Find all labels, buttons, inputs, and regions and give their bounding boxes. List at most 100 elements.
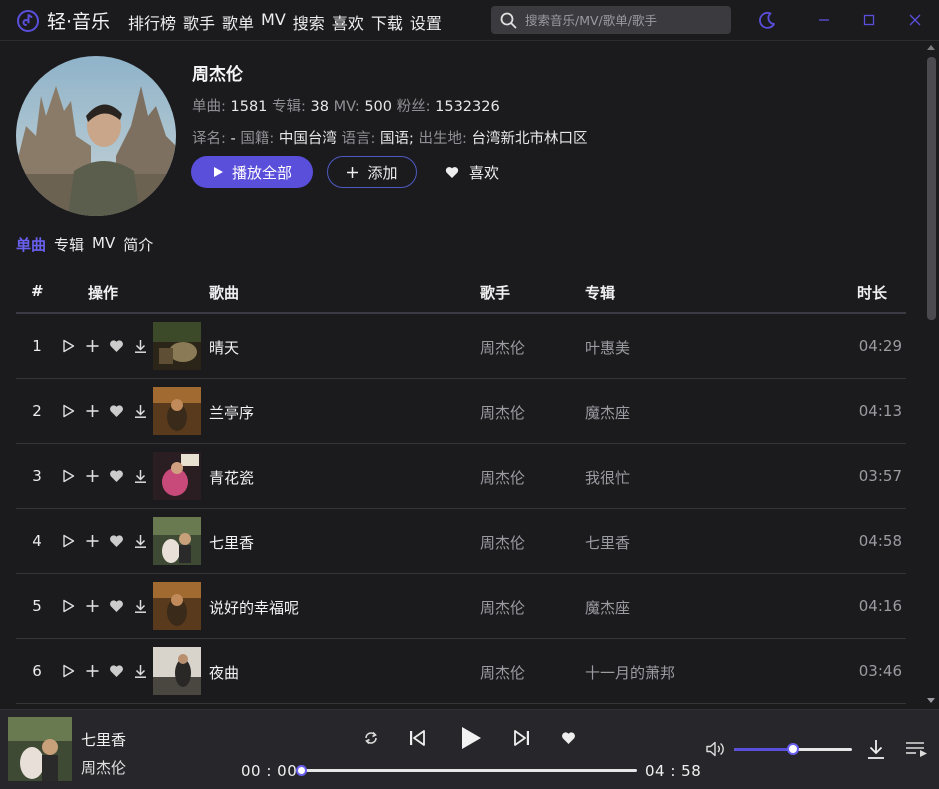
nav-item-mv[interactable]: MV: [261, 10, 286, 34]
row-index: 5: [32, 597, 42, 615]
nav-item-downloads[interactable]: 下载: [371, 10, 403, 34]
download-icon[interactable]: [133, 338, 148, 354]
song-album[interactable]: 魔杰座: [585, 597, 630, 618]
song-duration: 04:29: [858, 337, 902, 355]
volume-knob[interactable]: [787, 743, 799, 755]
play-outline-icon[interactable]: [61, 468, 76, 484]
language-value: 国语;: [379, 131, 414, 147]
nav-item-favorites[interactable]: 喜欢: [332, 10, 364, 34]
nav-item-charts[interactable]: 排行榜: [128, 10, 176, 34]
theme-moon-icon[interactable]: [756, 9, 778, 31]
playlist-icon[interactable]: [905, 740, 929, 758]
songs-count: 1581: [230, 99, 268, 115]
tab-albums[interactable]: 专辑: [54, 234, 84, 255]
album-cover: [153, 322, 201, 370]
download-icon[interactable]: [133, 468, 148, 484]
table-row[interactable]: 4 七里香 周杰伦 七里香 04:58: [16, 509, 906, 574]
table-row[interactable]: 2 兰亭序 周杰伦 魔杰座 04:13: [16, 379, 906, 444]
heart-icon[interactable]: [109, 468, 124, 484]
song-singer[interactable]: 周杰伦: [480, 532, 525, 553]
song-title[interactable]: 说好的幸福呢: [209, 597, 299, 618]
song-title[interactable]: 兰亭序: [209, 402, 254, 423]
search-input[interactable]: [525, 10, 721, 30]
song-album[interactable]: 七里香: [585, 532, 630, 553]
row-actions: [61, 533, 148, 549]
tab-intro[interactable]: 简介: [123, 234, 153, 255]
table-row[interactable]: 5 说好的幸福呢 周杰伦 魔杰座 04:16: [16, 574, 906, 639]
nav-item-settings[interactable]: 设置: [410, 10, 442, 34]
song-album[interactable]: 我很忙: [585, 467, 630, 488]
tab-mv[interactable]: MV: [92, 234, 115, 255]
repeat-icon[interactable]: [362, 729, 380, 747]
progress-bar[interactable]: [302, 769, 637, 772]
nav-item-singers[interactable]: 歌手: [183, 10, 215, 34]
artist-name: 周杰伦: [192, 65, 243, 85]
volume-icon[interactable]: [705, 740, 725, 758]
play-outline-icon[interactable]: [61, 338, 76, 354]
play-all-button[interactable]: 播放全部: [191, 156, 313, 188]
previous-icon[interactable]: [408, 728, 426, 748]
scrollbar-thumb[interactable]: [927, 57, 936, 320]
now-playing-artist[interactable]: 周杰伦: [81, 757, 126, 778]
heart-icon[interactable]: [109, 598, 124, 614]
plus-icon[interactable]: [85, 533, 100, 549]
song-title[interactable]: 夜曲: [209, 662, 239, 683]
close-icon[interactable]: [904, 9, 926, 31]
table-row[interactable]: 3 青花瓷 周杰伦 我很忙 03:57: [16, 444, 906, 509]
plus-icon[interactable]: [85, 663, 100, 679]
scroll-up-arrow-icon[interactable]: [927, 45, 935, 50]
language-label: 语言:: [341, 131, 376, 147]
nav-item-playlists[interactable]: 歌单: [222, 10, 254, 34]
next-icon[interactable]: [513, 728, 531, 748]
song-title[interactable]: 青花瓷: [209, 467, 254, 488]
album-cover: [153, 517, 201, 565]
app-name: 轻·音乐: [47, 11, 111, 33]
like-song-icon[interactable]: [561, 731, 576, 745]
scroll-down-arrow-icon[interactable]: [927, 698, 935, 703]
play-pause-icon[interactable]: [459, 725, 483, 751]
title-bar: 轻·音乐 排行榜 歌手 歌单 MV 搜索 喜欢 下载 设置: [0, 0, 939, 41]
heart-icon[interactable]: [109, 338, 124, 354]
song-duration: 03:46: [858, 662, 902, 680]
birthplace-label: 出生地:: [418, 131, 467, 147]
song-singer[interactable]: 周杰伦: [480, 337, 525, 358]
minimize-icon[interactable]: [813, 9, 835, 31]
song-title[interactable]: 七里香: [209, 532, 254, 553]
download-icon[interactable]: [133, 403, 148, 419]
plus-icon[interactable]: [85, 338, 100, 354]
add-button[interactable]: 添加: [327, 156, 417, 188]
plus-icon[interactable]: [85, 468, 100, 484]
play-outline-icon[interactable]: [61, 533, 76, 549]
table-row[interactable]: 6 夜曲 周杰伦 十一月的萧邦 03:46: [16, 639, 906, 704]
now-playing-title[interactable]: 七里香: [81, 729, 126, 750]
download-icon[interactable]: [133, 598, 148, 614]
nav-item-search[interactable]: 搜索: [293, 10, 325, 34]
table-row[interactable]: 1 晴天 周杰伦 叶惠美 04:29: [16, 314, 906, 379]
song-album[interactable]: 魔杰座: [585, 402, 630, 423]
song-singer[interactable]: 周杰伦: [480, 597, 525, 618]
heart-icon[interactable]: [109, 533, 124, 549]
song-singer[interactable]: 周杰伦: [480, 662, 525, 683]
heart-icon[interactable]: [109, 403, 124, 419]
progress-knob[interactable]: [296, 765, 307, 776]
tab-songs[interactable]: 单曲: [16, 234, 46, 255]
like-artist-button[interactable]: 喜欢: [445, 156, 515, 188]
download-icon[interactable]: [133, 533, 148, 549]
song-singer[interactable]: 周杰伦: [480, 402, 525, 423]
song-album[interactable]: 十一月的萧邦: [585, 662, 675, 683]
heart-icon[interactable]: [109, 663, 124, 679]
song-singer[interactable]: 周杰伦: [480, 467, 525, 488]
download-icon[interactable]: [866, 738, 886, 760]
song-album[interactable]: 叶惠美: [585, 337, 630, 358]
plus-icon[interactable]: [85, 598, 100, 614]
song-title[interactable]: 晴天: [209, 337, 239, 358]
play-outline-icon[interactable]: [61, 663, 76, 679]
row-index: 4: [32, 532, 42, 550]
play-outline-icon[interactable]: [61, 598, 76, 614]
like-label: 喜欢: [469, 163, 500, 182]
plus-icon[interactable]: [85, 403, 100, 419]
songs-count-label: 单曲:: [192, 99, 226, 115]
maximize-icon[interactable]: [858, 9, 880, 31]
download-icon[interactable]: [133, 663, 148, 679]
play-outline-icon[interactable]: [61, 403, 76, 419]
